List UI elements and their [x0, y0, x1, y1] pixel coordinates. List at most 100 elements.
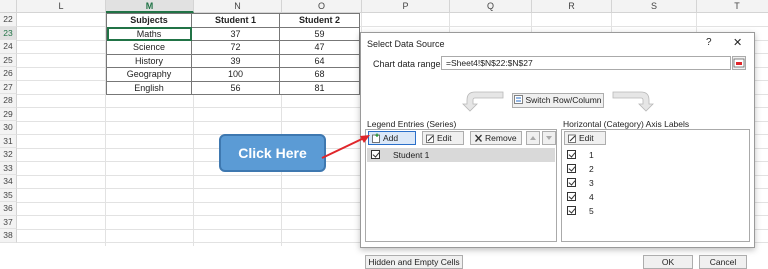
edit-axis-labels-button[interactable]: Edit [564, 131, 606, 145]
column-header-q[interactable]: Q [450, 0, 532, 13]
close-icon[interactable]: ✕ [733, 36, 742, 49]
table-cell[interactable]: 72 [191, 40, 280, 55]
remove-series-button[interactable]: Remove [470, 131, 522, 145]
move-up-button[interactable] [526, 131, 540, 145]
column-header-n[interactable]: N [194, 0, 282, 13]
table-cell[interactable]: 47 [279, 40, 360, 55]
row-header-36[interactable]: 36 [0, 202, 17, 216]
table-cell[interactable]: 64 [279, 53, 360, 68]
arrow-left-icon [462, 91, 504, 112]
header-student-2[interactable]: Student 2 [279, 13, 360, 28]
axis-label-checkbox[interactable] [567, 150, 576, 159]
table-cell[interactable]: Geography [106, 67, 192, 82]
arrow-right-icon [612, 91, 654, 112]
row-header-30[interactable]: 30 [0, 121, 17, 135]
dialog-title: Select Data Source [367, 39, 445, 49]
row-header-37[interactable]: 37 [0, 215, 17, 229]
cancel-button[interactable]: Cancel [699, 255, 747, 269]
header-subjects[interactable]: Subjects [106, 13, 192, 28]
axis-label: 5 [589, 206, 594, 216]
edit-series-label: Edit [437, 133, 452, 143]
select-data-source-dialog: Select Data Source ? ✕ Chart data range:… [360, 32, 755, 269]
edit-axis-labels-label: Edit [579, 133, 594, 143]
table-row: Geography 100 68 [106, 67, 360, 82]
table-cell[interactable]: 81 [279, 80, 360, 95]
row-header-33[interactable]: 33 [0, 161, 17, 175]
table-cell[interactable]: 56 [191, 80, 280, 95]
row-header-24[interactable]: 24 [0, 40, 17, 54]
table-cell[interactable]: Maths [106, 26, 192, 41]
table-cell[interactable]: 68 [279, 67, 360, 82]
legend-entries-title: Legend Entries (Series) [367, 119, 457, 129]
remove-icon [475, 134, 482, 142]
header-student-1[interactable]: Student 1 [191, 13, 280, 28]
row-header-38[interactable]: 38 [0, 229, 17, 243]
list-item[interactable]: 1 [563, 148, 748, 162]
table-cell[interactable]: History [106, 53, 192, 68]
move-down-icon [546, 136, 552, 140]
edit-icon [568, 134, 576, 143]
axis-label: 3 [589, 178, 594, 188]
list-item[interactable]: 5 [563, 204, 748, 218]
row-header-29[interactable]: 29 [0, 107, 17, 121]
table-header-row: Subjects Student 1 Student 2 [106, 13, 360, 28]
row-header-31[interactable]: 31 [0, 134, 17, 148]
column-header-p[interactable]: P [362, 0, 450, 13]
column-header-l[interactable]: L [17, 0, 106, 13]
series-list: Student 1 [367, 148, 555, 240]
legend-entries-panel: Add Edit Remove Student 1 [365, 129, 557, 242]
list-item[interactable]: 3 [563, 176, 748, 190]
table-cell[interactable]: 39 [191, 53, 280, 68]
select-all-corner[interactable] [0, 0, 17, 13]
legend-toolbar: Add Edit Remove [366, 130, 556, 147]
switch-row-column-label: Switch Row/Column [525, 95, 602, 105]
axis-labels-panel: Edit 1 2 3 4 5 [561, 129, 750, 242]
move-down-button[interactable] [542, 131, 556, 145]
axis-label-checkbox[interactable] [567, 178, 576, 187]
range-collapse-button[interactable] [732, 56, 746, 70]
axis-labels-title: Horizontal (Category) Axis Labels [563, 119, 690, 129]
table-cell[interactable]: Science [106, 40, 192, 55]
table-cell[interactable]: 59 [279, 26, 360, 41]
axis-labels-list: 1 2 3 4 5 [563, 148, 748, 240]
hidden-empty-cells-button[interactable]: Hidden and Empty Cells [365, 255, 463, 269]
axis-label-checkbox[interactable] [567, 206, 576, 215]
help-icon[interactable]: ? [706, 37, 712, 48]
list-item[interactable]: Student 1 [367, 148, 555, 162]
move-up-icon [530, 136, 536, 140]
axis-toolbar: Edit [562, 130, 749, 147]
column-header-o[interactable]: O [282, 0, 362, 13]
edit-series-button[interactable]: Edit [422, 131, 464, 145]
series-label: Student 1 [393, 150, 430, 160]
row-header-28[interactable]: 28 [0, 94, 17, 108]
row-header-34[interactable]: 34 [0, 175, 17, 189]
add-series-label: Add [383, 133, 399, 143]
list-item[interactable]: 4 [563, 190, 748, 204]
axis-label-checkbox[interactable] [567, 192, 576, 201]
table-row: History 39 64 [106, 53, 360, 68]
row-header-35[interactable]: 35 [0, 188, 17, 202]
row-header-26[interactable]: 26 [0, 67, 17, 81]
row-header-25[interactable]: 25 [0, 53, 17, 67]
chart-range-label: Chart data range: [373, 59, 444, 69]
column-header-m[interactable]: M [106, 0, 194, 13]
table-row: Maths 37 59 [106, 26, 360, 41]
row-header-32[interactable]: 32 [0, 148, 17, 162]
axis-label: 4 [589, 192, 594, 202]
table-cell[interactable]: English [106, 80, 192, 95]
ok-button[interactable]: OK [643, 255, 693, 269]
remove-series-label: Remove [485, 133, 517, 143]
column-header-t[interactable]: T [697, 0, 768, 13]
column-header-r[interactable]: R [532, 0, 612, 13]
row-header-23[interactable]: 23 [0, 26, 17, 40]
axis-label-checkbox[interactable] [567, 164, 576, 173]
list-item[interactable]: 2 [563, 162, 748, 176]
click-here-callout: Click Here [219, 134, 326, 172]
table-cell[interactable]: 100 [191, 67, 280, 82]
table-cell[interactable]: 37 [191, 26, 280, 41]
row-header-27[interactable]: 27 [0, 80, 17, 94]
chart-range-input[interactable]: =Sheet4!$N$22:$N$27 [441, 56, 731, 70]
switch-row-column-button[interactable]: Switch Row/Column [512, 93, 604, 108]
row-header-22[interactable]: 22 [0, 13, 17, 27]
column-header-s[interactable]: S [612, 0, 697, 13]
